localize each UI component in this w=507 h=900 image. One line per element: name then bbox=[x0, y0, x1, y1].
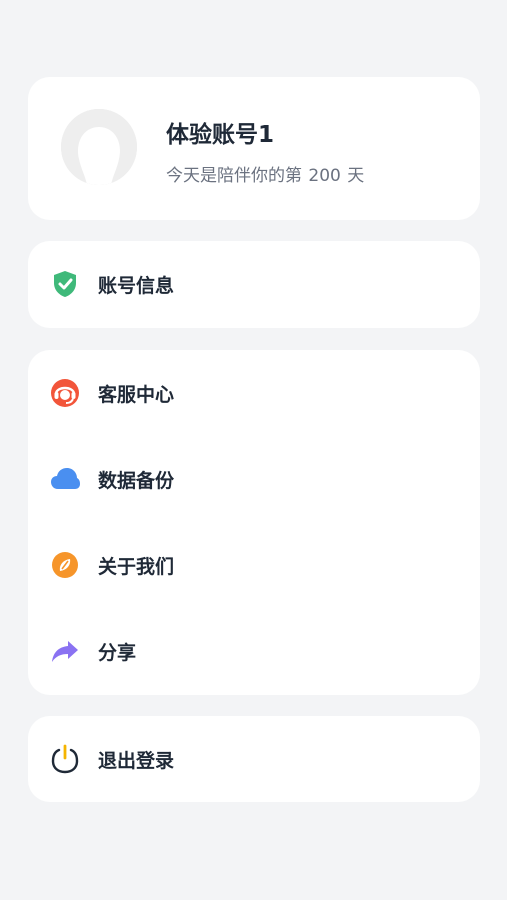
logout-button[interactable]: 退出登录 bbox=[28, 716, 480, 802]
menu-item-customer-service[interactable]: 客服中心 bbox=[28, 350, 480, 436]
cloud-icon bbox=[50, 464, 80, 494]
shield-check-icon bbox=[50, 269, 80, 299]
menu-item-label: 分享 bbox=[98, 642, 137, 664]
companion-days-prefix: 今天是陪伴你的第 bbox=[166, 166, 302, 186]
menu-item-label: 关于我们 bbox=[98, 556, 175, 578]
power-icon bbox=[50, 744, 80, 774]
status-bar bbox=[0, 0, 507, 8]
profile-page: 体验账号1 今天是陪伴你的第 200 天 账号信息 客服中心 数据备份 关于我们… bbox=[0, 0, 507, 900]
menu-item-label: 客服中心 bbox=[98, 384, 175, 406]
companion-days-count: 200 bbox=[308, 166, 341, 186]
logout-card: 退出登录 bbox=[28, 716, 480, 802]
avatar[interactable] bbox=[61, 109, 137, 185]
profile-name: 体验账号1 bbox=[166, 122, 275, 148]
logout-label: 退出登录 bbox=[98, 750, 175, 772]
account-card: 账号信息 bbox=[28, 241, 480, 328]
menu-card: 客服中心 数据备份 关于我们 分享 bbox=[28, 350, 480, 695]
menu-item-account-info[interactable]: 账号信息 bbox=[28, 241, 480, 327]
default-avatar-icon bbox=[61, 109, 137, 185]
profile-card[interactable]: 体验账号1 今天是陪伴你的第 200 天 bbox=[28, 77, 480, 220]
companion-days-suffix: 天 bbox=[347, 166, 365, 186]
menu-item-about-us[interactable]: 关于我们 bbox=[28, 522, 480, 608]
menu-item-share[interactable]: 分享 bbox=[28, 608, 480, 694]
customer-service-icon bbox=[50, 378, 80, 408]
menu-item-label: 数据备份 bbox=[98, 470, 175, 492]
compass-icon bbox=[50, 550, 80, 580]
menu-item-label: 账号信息 bbox=[98, 275, 175, 297]
share-arrow-icon bbox=[50, 636, 80, 666]
companion-days-text: 今天是陪伴你的第 200 天 bbox=[166, 161, 364, 186]
menu-item-data-backup[interactable]: 数据备份 bbox=[28, 436, 480, 522]
